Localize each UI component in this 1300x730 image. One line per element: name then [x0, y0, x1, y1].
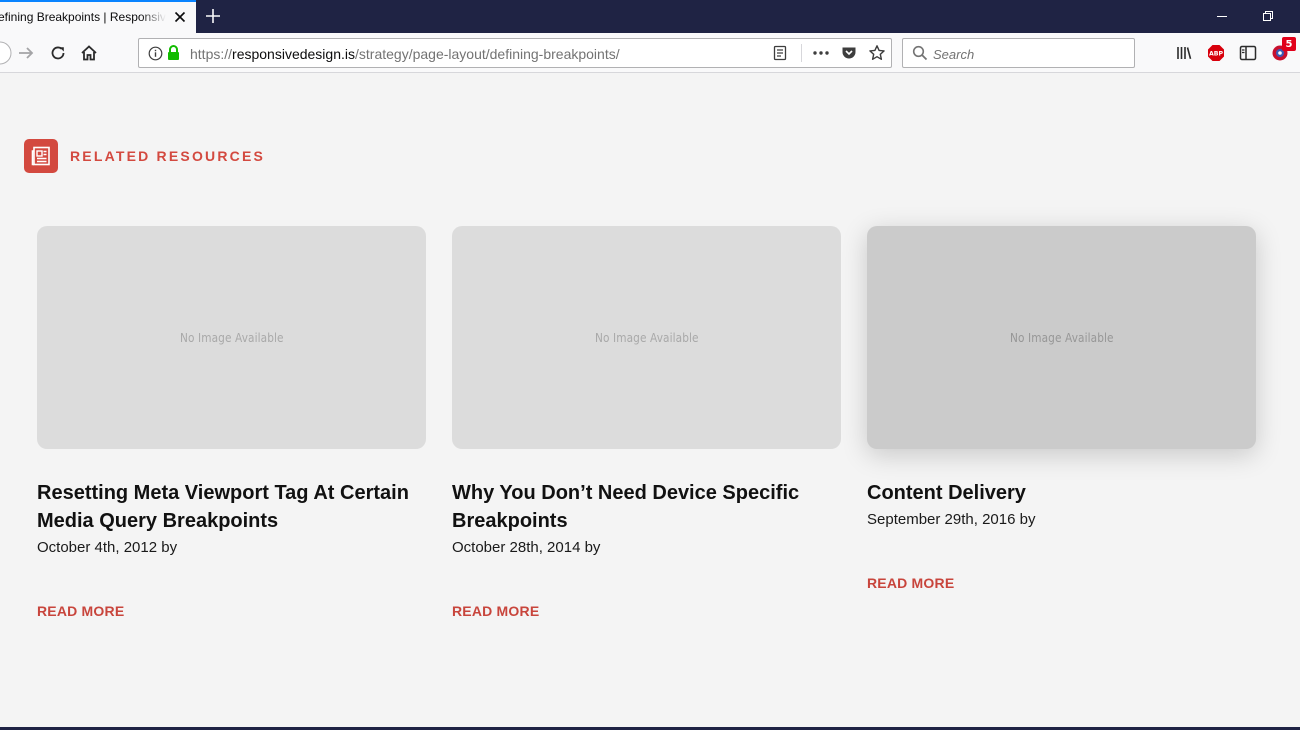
card-date: October 28th, 2014 by — [452, 539, 601, 556]
minimize-icon[interactable] — [1212, 6, 1232, 26]
related-resources-header: RELATED RESOURCES — [24, 139, 265, 173]
search-icon — [912, 45, 928, 66]
news-icon — [24, 139, 58, 173]
star-icon[interactable] — [868, 44, 886, 67]
info-icon[interactable] — [148, 46, 163, 66]
browser-titlebar: efining Breakpoints | Responsive W — [0, 0, 1300, 33]
card-image-placeholder[interactable]: No Image Available — [867, 226, 1256, 449]
navigation-toolbar: https://responsivedesign.is/strategy/pag… — [0, 33, 1300, 73]
reload-icon[interactable] — [46, 41, 70, 65]
no-image-label: No Image Available — [179, 330, 284, 345]
card-title[interactable]: Resetting Meta Viewport Tag At Certain M… — [37, 479, 426, 535]
no-image-label: No Image Available — [594, 330, 699, 345]
svg-text:ABP: ABP — [1209, 51, 1224, 58]
no-image-label: No Image Available — [1009, 330, 1114, 345]
read-more-link[interactable]: READ MORE — [867, 575, 954, 591]
card-image-placeholder[interactable]: No Image Available — [37, 226, 426, 449]
library-icon[interactable] — [1172, 41, 1196, 65]
section-title: RELATED RESOURCES — [70, 148, 266, 164]
resource-card: No Image Available Resetting Meta Viewpo… — [37, 226, 426, 621]
browser-tab-active[interactable]: efining Breakpoints | Responsive W — [0, 0, 196, 33]
resource-card: No Image Available Why You Don’t Need De… — [452, 226, 841, 621]
address-bar[interactable]: https://responsivedesign.is/strategy/pag… — [138, 38, 892, 68]
adblock-icon[interactable]: ABP — [1204, 41, 1228, 65]
card-date: October 4th, 2012 by — [37, 539, 178, 556]
card-image-placeholder[interactable]: No Image Available — [452, 226, 841, 449]
url-separator — [801, 44, 802, 62]
reader-view-icon[interactable] — [772, 45, 788, 66]
restore-icon[interactable] — [1258, 6, 1278, 26]
read-more-link[interactable]: READ MORE — [37, 603, 124, 619]
extension-badge: 5 — [1282, 37, 1296, 51]
card-date: September 29th, 2016 by — [867, 511, 1036, 528]
url-host: responsivedesign.is — [232, 46, 355, 62]
lock-icon[interactable] — [167, 45, 180, 66]
url-path: /strategy/page-layout/defining-breakpoin… — [355, 46, 620, 62]
forward-arrow-icon[interactable] — [14, 41, 38, 65]
new-tab-icon[interactable] — [202, 5, 224, 27]
tab-close-icon[interactable] — [170, 7, 190, 27]
tab-title: efining Breakpoints | Responsive W — [0, 10, 166, 24]
more-dots-icon[interactable] — [812, 46, 830, 65]
card-title[interactable]: Content Delivery — [867, 479, 1256, 507]
sidebar-icon[interactable] — [1236, 41, 1260, 65]
search-input[interactable] — [933, 45, 1123, 63]
search-bar[interactable] — [902, 38, 1135, 68]
url-text[interactable]: https://responsivedesign.is/strategy/pag… — [190, 46, 620, 62]
resource-card: No Image Available Content Delivery Sept… — [867, 226, 1256, 593]
home-icon[interactable] — [77, 41, 101, 65]
pocket-icon[interactable] — [841, 45, 857, 66]
url-prefix: https:// — [190, 46, 233, 62]
read-more-link[interactable]: READ MORE — [452, 603, 539, 619]
card-title[interactable]: Why You Don’t Need Device Specific Break… — [452, 479, 841, 535]
back-arrow-icon[interactable] — [0, 41, 12, 65]
